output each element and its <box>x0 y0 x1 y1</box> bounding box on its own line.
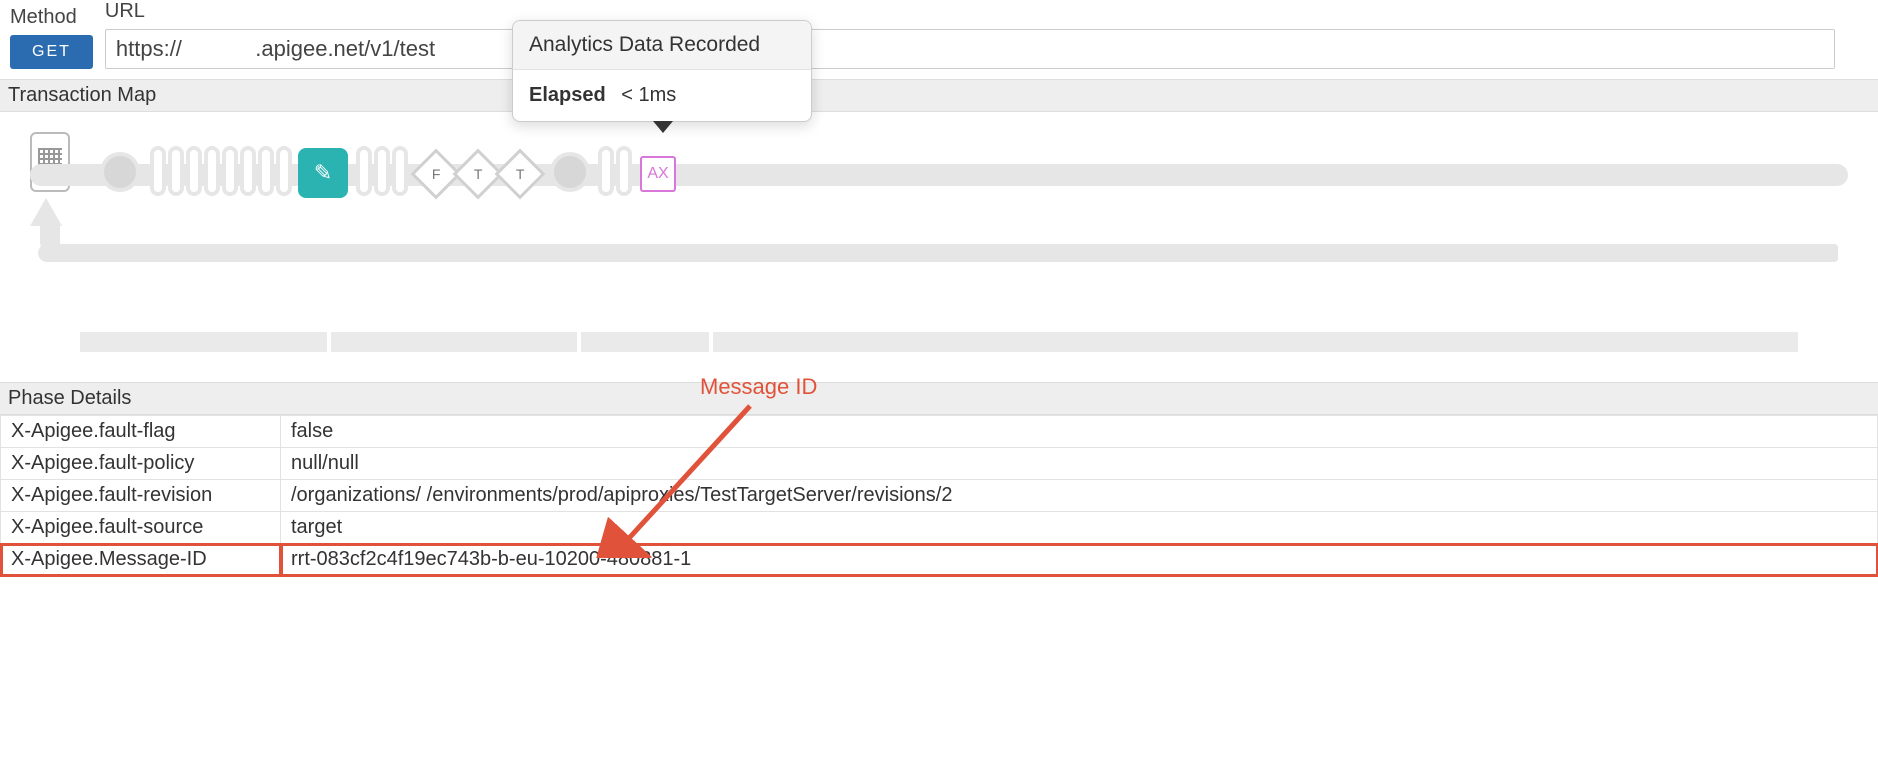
method-button[interactable]: GET <box>10 35 93 69</box>
table-row-message-id: X-Apigee.Message-ID rrt-083cf2c4f19ec743… <box>1 544 1878 576</box>
table-row: X-Apigee.fault-revision /organizations/ … <box>1 480 1878 512</box>
flow-step[interactable] <box>150 146 166 196</box>
url-input[interactable] <box>105 29 1835 69</box>
phase-key: X-Apigee.fault-source <box>1 512 281 544</box>
request-bar: Method GET URL <box>0 0 1878 79</box>
flow-step[interactable] <box>598 146 614 196</box>
pencil-icon: ✎ <box>314 160 332 186</box>
tooltip-title: Analytics Data Recorded <box>513 21 811 70</box>
table-row: X-Apigee.fault-flag false <box>1 416 1878 448</box>
policy-edit-node[interactable]: ✎ <box>298 148 348 198</box>
phase-key: X-Apigee.fault-policy <box>1 448 281 480</box>
method-label: Method <box>10 6 93 29</box>
phase-value: target <box>281 512 1878 544</box>
flow-step[interactable] <box>616 146 632 196</box>
transaction-map: ✎ F T T AX <box>0 112 1878 292</box>
flow-step[interactable] <box>186 146 202 196</box>
flow-end-node[interactable] <box>550 152 590 192</box>
tooltip-body: Elapsed < 1ms <box>513 70 811 121</box>
phase-value: null/null <box>281 448 1878 480</box>
analytics-node[interactable]: AX <box>640 156 676 192</box>
policy-tooltip: Analytics Data Recorded Elapsed < 1ms <box>512 20 812 122</box>
phase-key: X-Apigee.Message-ID <box>1 544 281 576</box>
timeline-segment[interactable] <box>80 332 327 352</box>
table-row: X-Apigee.fault-source target <box>1 512 1878 544</box>
condition-node[interactable]: T <box>495 149 546 200</box>
chevron-down-icon <box>653 121 673 133</box>
flow-step[interactable] <box>204 146 220 196</box>
timeline-segment[interactable] <box>331 332 578 352</box>
phase-details-table: X-Apigee.fault-flag false X-Apigee.fault… <box>0 415 1878 576</box>
flow-step[interactable] <box>392 146 408 196</box>
flow-step[interactable] <box>168 146 184 196</box>
response-arrow-icon <box>38 232 1838 262</box>
phase-key: X-Apigee.fault-flag <box>1 416 281 448</box>
method-column: Method GET <box>10 6 93 69</box>
phase-key: X-Apigee.fault-revision <box>1 480 281 512</box>
phase-details-section: Phase Details X-Apigee.fault-flag false … <box>0 382 1878 576</box>
timeline-segment[interactable] <box>581 332 709 352</box>
flow-step[interactable] <box>240 146 256 196</box>
flow-step[interactable] <box>374 146 390 196</box>
phase-value: rrt-083cf2c4f19ec743b-b-eu-10200-480881-… <box>281 544 1878 576</box>
flow-start-node[interactable] <box>100 152 140 192</box>
flow-step[interactable] <box>222 146 238 196</box>
flow-step[interactable] <box>276 146 292 196</box>
timeline-segment[interactable] <box>713 332 1798 352</box>
phase-value: /organizations/ /environments/prod/apipr… <box>281 480 1878 512</box>
annotation-label: Message ID <box>700 374 817 400</box>
phase-value: false <box>281 416 1878 448</box>
url-column: URL <box>105 0 1868 69</box>
phase-details-header: Phase Details <box>0 382 1878 415</box>
url-label: URL <box>105 0 1868 23</box>
flow-step[interactable] <box>356 146 372 196</box>
timeline-bar[interactable] <box>80 332 1798 352</box>
tooltip-elapsed-label: Elapsed <box>529 84 606 106</box>
transaction-map-header: Transaction Map <box>0 79 1878 112</box>
table-row: X-Apigee.fault-policy null/null <box>1 448 1878 480</box>
flow-step[interactable] <box>258 146 274 196</box>
tooltip-elapsed-value: < 1ms <box>621 84 676 106</box>
